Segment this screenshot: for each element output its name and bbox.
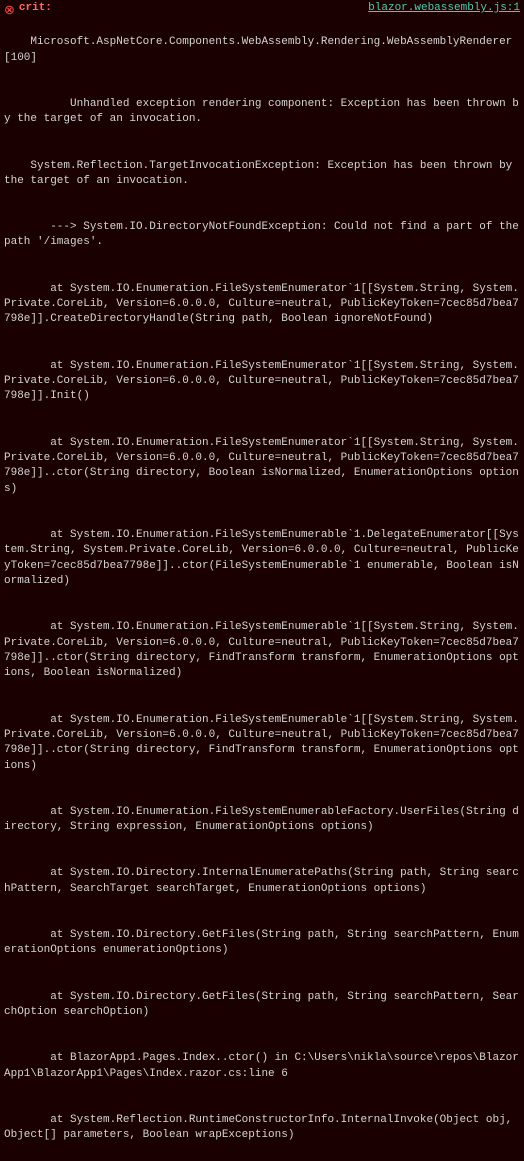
- at-line-8: at System.IO.Directory.InternalEnumerate…: [4, 867, 519, 894]
- at-line-10: at System.IO.Directory.GetFiles(String p…: [4, 991, 519, 1018]
- at-line-11: at BlazorApp1.Pages.Index..ctor() in C:\…: [4, 1052, 519, 1079]
- error-console: ⊗ crit: blazor.webassembly.js:1 Microsof…: [0, 0, 524, 1161]
- at-line-4: at System.IO.Enumeration.FileSystemEnume…: [4, 529, 519, 587]
- at-line-2: at System.IO.Enumeration.FileSystemEnume…: [4, 360, 519, 403]
- at-line-6: at System.IO.Enumeration.FileSystemEnume…: [4, 714, 519, 772]
- error-icon: ⊗: [4, 3, 15, 18]
- error-header-row: ⊗ crit: blazor.webassembly.js:1: [4, 2, 520, 18]
- error-body: Microsoft.AspNetCore.Components.WebAssem…: [4, 20, 520, 1159]
- targetinvocation-line: System.Reflection.TargetInvocationExcept…: [4, 160, 519, 187]
- at-line-7: at System.IO.Enumeration.FileSystemEnume…: [4, 806, 519, 833]
- at-line-9: at System.IO.Directory.GetFiles(String p…: [4, 929, 519, 956]
- unhandled-line: Unhandled exception rendering component:…: [4, 98, 519, 125]
- crit-label: crit:: [19, 2, 52, 14]
- at-line-3: at System.IO.Enumeration.FileSystemEnume…: [4, 437, 519, 495]
- file-link[interactable]: blazor.webassembly.js:1: [368, 2, 520, 14]
- inner-exception-line: ---> System.IO.DirectoryNotFoundExceptio…: [4, 221, 524, 248]
- at-line-1: at System.IO.Enumeration.FileSystemEnume…: [4, 283, 519, 326]
- at-line-12: at System.Reflection.RuntimeConstructorI…: [4, 1114, 519, 1141]
- renderer-line: Microsoft.AspNetCore.Components.WebAssem…: [4, 36, 512, 63]
- at-line-5: at System.IO.Enumeration.FileSystemEnume…: [4, 621, 519, 679]
